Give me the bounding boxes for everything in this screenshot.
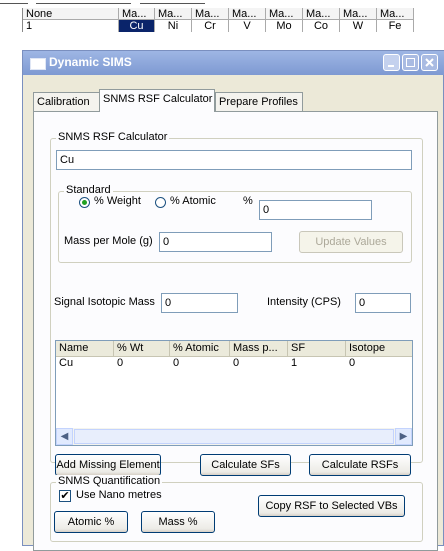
- mass-percent-button[interactable]: Mass %: [141, 511, 215, 533]
- copy-rsf-button[interactable]: Copy RSF to Selected VBs: [258, 495, 405, 517]
- grid-cell[interactable]: Cr: [192, 20, 229, 32]
- column-header[interactable]: Name: [56, 341, 114, 357]
- tab-prepare-profiles[interactable]: Prepare Profiles: [215, 92, 303, 111]
- list-cell[interactable]: 0: [170, 357, 179, 370]
- intensity-label: Intensity (CPS): [267, 296, 341, 308]
- grid-header-cell[interactable]: Ma...: [266, 8, 303, 20]
- calculate-rsfs-button[interactable]: Calculate RSFs: [309, 454, 411, 476]
- weight-radio-label: % Weight: [94, 195, 141, 207]
- maximize-icon[interactable]: [402, 54, 419, 71]
- grid-cell[interactable]: W: [340, 20, 377, 32]
- group-label: SNMS Quantification: [56, 475, 163, 487]
- standard-group: Standard % Weight % Atomic % 0 Mass per …: [58, 184, 412, 263]
- mass-per-mole-label: Mass per Mole (g): [64, 235, 153, 247]
- grid-header-cell[interactable]: None: [23, 8, 119, 20]
- percent-input[interactable]: 0: [259, 200, 372, 220]
- intensity-input[interactable]: 0: [355, 293, 411, 313]
- grid-header-cell[interactable]: Ma...: [229, 8, 266, 20]
- grid-header-cell[interactable]: Ma...: [192, 8, 229, 20]
- tab-snms-rsf-calculator[interactable]: SNMS RSF Calculator: [99, 89, 215, 112]
- elements-list[interactable]: Name % Wt % Atomic Mass p... SF Isotope …: [55, 340, 413, 446]
- weight-radio[interactable]: [79, 197, 90, 208]
- column-header[interactable]: SF: [288, 341, 346, 357]
- atomic-radio[interactable]: [155, 197, 166, 208]
- column-header[interactable]: Isotope: [346, 341, 412, 357]
- tab-panel: SNMS RSF Calculator Cu Standard % Weight…: [33, 111, 438, 551]
- grid-cell[interactable]: Co: [303, 20, 340, 32]
- calculate-sfs-button[interactable]: Calculate SFs: [200, 454, 291, 476]
- grid-cell[interactable]: Mo: [266, 20, 303, 32]
- grid-cell[interactable]: V: [229, 20, 266, 32]
- scroll-right-icon[interactable]: ▶: [395, 428, 412, 445]
- add-missing-element-button[interactable]: Add Missing Element: [55, 454, 161, 476]
- grid-cell[interactable]: Ni: [155, 20, 192, 32]
- list-cell[interactable]: Cu: [56, 357, 73, 370]
- rsf-calculator-group: SNMS RSF Calculator Cu Standard % Weight…: [50, 131, 423, 476]
- update-values-button[interactable]: Update Values: [299, 231, 403, 253]
- snms-quantification-group: SNMS Quantification ✔ Use Nano metres Co…: [50, 475, 423, 542]
- list-cell[interactable]: 1: [288, 357, 297, 370]
- signal-isotopic-mass-label: Signal Isotopic Mass: [54, 296, 155, 308]
- window-title: Dynamic SIMS: [49, 55, 132, 69]
- grid-cell[interactable]: Fe: [377, 20, 414, 32]
- data-grid[interactable]: None Ma... Ma... Ma... Ma... Ma... Ma...…: [22, 8, 444, 32]
- element-input[interactable]: Cu: [56, 150, 412, 170]
- column-header[interactable]: Mass p...: [230, 341, 288, 357]
- grid-cell[interactable]: 1: [23, 20, 119, 32]
- signal-isotopic-mass-input[interactable]: 0: [161, 293, 238, 313]
- list-cell[interactable]: 0: [346, 357, 355, 370]
- grid-header-cell[interactable]: Ma...: [119, 8, 155, 20]
- dynamic-sims-window: Dynamic SIMS Calibration SNMS RSF Calcul…: [22, 50, 444, 551]
- use-nano-metres-checkbox[interactable]: ✔: [59, 490, 71, 502]
- grid-header-cell[interactable]: Ma...: [155, 8, 192, 20]
- scroll-thumb[interactable]: [74, 429, 394, 444]
- close-icon[interactable]: [421, 54, 438, 71]
- tab-calibration[interactable]: Calibration: [33, 92, 101, 111]
- mass-per-mole-input[interactable]: 0: [159, 232, 272, 252]
- grid-header-cell[interactable]: Ma...: [303, 8, 340, 20]
- grid-cell-selected[interactable]: Cu: [119, 20, 155, 32]
- percent-label: %: [243, 195, 253, 207]
- column-header[interactable]: % Wt: [114, 341, 170, 357]
- grid-header-cell[interactable]: Ma...: [377, 8, 414, 20]
- use-nano-metres-label: Use Nano metres: [76, 489, 162, 501]
- group-label: SNMS RSF Calculator: [56, 131, 170, 143]
- atomic-percent-button[interactable]: Atomic %: [54, 511, 128, 533]
- minimize-icon[interactable]: [383, 54, 400, 71]
- horizontal-scrollbar[interactable]: ◀ ▶: [56, 428, 412, 445]
- window-icon: [30, 58, 46, 70]
- atomic-radio-label: % Atomic: [170, 195, 216, 207]
- grid-header-cell[interactable]: Ma...: [340, 8, 377, 20]
- top-border-fragments: [0, 0, 444, 8]
- title-bar[interactable]: Dynamic SIMS: [23, 51, 444, 75]
- list-cell[interactable]: 0: [114, 357, 123, 370]
- list-cell[interactable]: 0: [230, 357, 239, 370]
- scroll-left-icon[interactable]: ◀: [56, 428, 73, 445]
- column-header[interactable]: % Atomic: [170, 341, 230, 357]
